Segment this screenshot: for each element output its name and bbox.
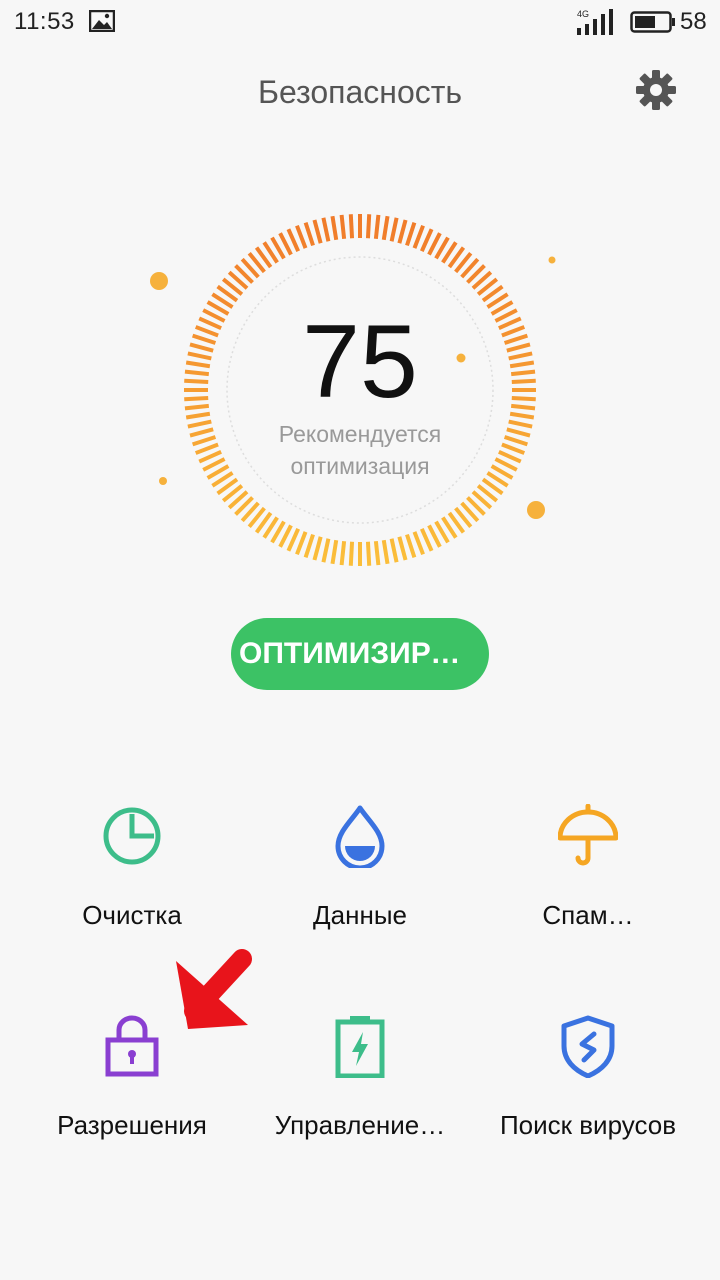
ring-tick (198, 316, 222, 331)
score-caption-line-1: Рекомендуется (278, 421, 442, 447)
ring-tick (187, 351, 212, 361)
ring-tick (286, 528, 301, 552)
decor-dot (150, 272, 168, 290)
ring-tick (185, 360, 211, 369)
ring-tick (419, 528, 434, 552)
ring-tick (191, 435, 217, 447)
ring-tick (295, 531, 308, 556)
ring-tick (184, 369, 210, 377)
lock-icon (105, 1015, 159, 1077)
ring-tick (185, 411, 211, 420)
ring-tick (509, 411, 535, 420)
ring-tick (373, 540, 381, 566)
tile-label: Данные (313, 900, 407, 930)
ring-tick (330, 539, 339, 565)
ring-tick (389, 217, 399, 242)
tile-label: Разрешения (57, 1110, 207, 1140)
decor-dot (159, 477, 167, 485)
decor-dot (527, 501, 545, 519)
ring-tick (503, 333, 529, 345)
ring-tick (187, 419, 212, 429)
ring-tick (312, 536, 323, 561)
tile-spam[interactable]: Спам… (468, 804, 708, 974)
ring-tick (189, 342, 214, 353)
ring-tick (397, 219, 408, 244)
ring-tick (184, 395, 209, 402)
ring-tick (312, 219, 323, 244)
tile-label: Спам… (542, 900, 634, 930)
ring-tick (184, 378, 209, 385)
ring-tick (412, 531, 425, 556)
decor-dot (548, 256, 556, 264)
optimize-button[interactable]: ОПТИМИЗИРО… (231, 618, 489, 690)
ring-tick (509, 360, 535, 369)
ring-tick (508, 419, 533, 429)
arrow-down-left-icon (176, 949, 252, 1029)
ring-tick (381, 215, 390, 241)
ring-tick (510, 369, 536, 377)
ring-tick (303, 533, 315, 559)
ring-tick (321, 538, 331, 563)
ring-tick (198, 449, 222, 464)
ring-tick (389, 538, 399, 563)
battery-charge-icon (335, 1016, 385, 1078)
security-screen: 11:53 4G 58 Безопасность 75 Рекомендуетс… (0, 0, 720, 1280)
pie-chart-icon (103, 807, 161, 865)
score-caption: Рекомендуется оптимизация (230, 418, 490, 482)
security-score: 75 (302, 304, 418, 420)
ring-tick (498, 316, 522, 331)
ring-tick (405, 533, 417, 559)
tile-power-management[interactable]: Управление… (240, 1014, 480, 1184)
ring-tick (189, 427, 214, 438)
ring-tick (295, 224, 308, 249)
ring-tick (303, 221, 315, 247)
ring-tick (339, 214, 347, 240)
ring-tick (510, 403, 536, 411)
ring-tick (339, 540, 347, 566)
shield-icon (561, 1015, 615, 1078)
ring-tick (194, 442, 219, 455)
ring-tick (511, 378, 536, 385)
ring-tick (506, 342, 531, 353)
ring-tick (373, 214, 381, 240)
ring-tick (365, 214, 372, 239)
tile-data[interactable]: Данные (240, 804, 480, 974)
ring-tick (348, 214, 355, 239)
ring-tick (365, 541, 372, 566)
ring-tick (498, 449, 522, 464)
ring-tick (397, 536, 408, 561)
ring-tick (419, 228, 434, 252)
umbrella-icon (558, 804, 618, 866)
tile-virus-scan[interactable]: Поиск вирусов (468, 1014, 708, 1184)
ring-tick (321, 217, 331, 242)
ring-tick (506, 427, 531, 438)
tile-label: Очистка (82, 900, 182, 930)
ring-tick (508, 351, 533, 361)
tile-label: Поиск вирусов (499, 1110, 677, 1140)
tile-label: Управление… (274, 1110, 446, 1140)
ring-tick (194, 325, 219, 338)
water-drop-icon (335, 805, 385, 868)
ring-tick (184, 403, 210, 411)
ring-tick (348, 541, 355, 566)
ring-tick (330, 215, 339, 241)
ring-tick (503, 435, 529, 447)
ring-tick (501, 442, 526, 455)
ring-tick (501, 325, 526, 338)
ring-tick (381, 539, 390, 565)
ring-tick (412, 224, 425, 249)
ring-tick (405, 221, 417, 247)
ring-tick (286, 228, 301, 252)
ring-tick (511, 395, 536, 402)
ring-tick (191, 333, 217, 345)
score-caption-line-2: оптимизация (290, 453, 430, 479)
